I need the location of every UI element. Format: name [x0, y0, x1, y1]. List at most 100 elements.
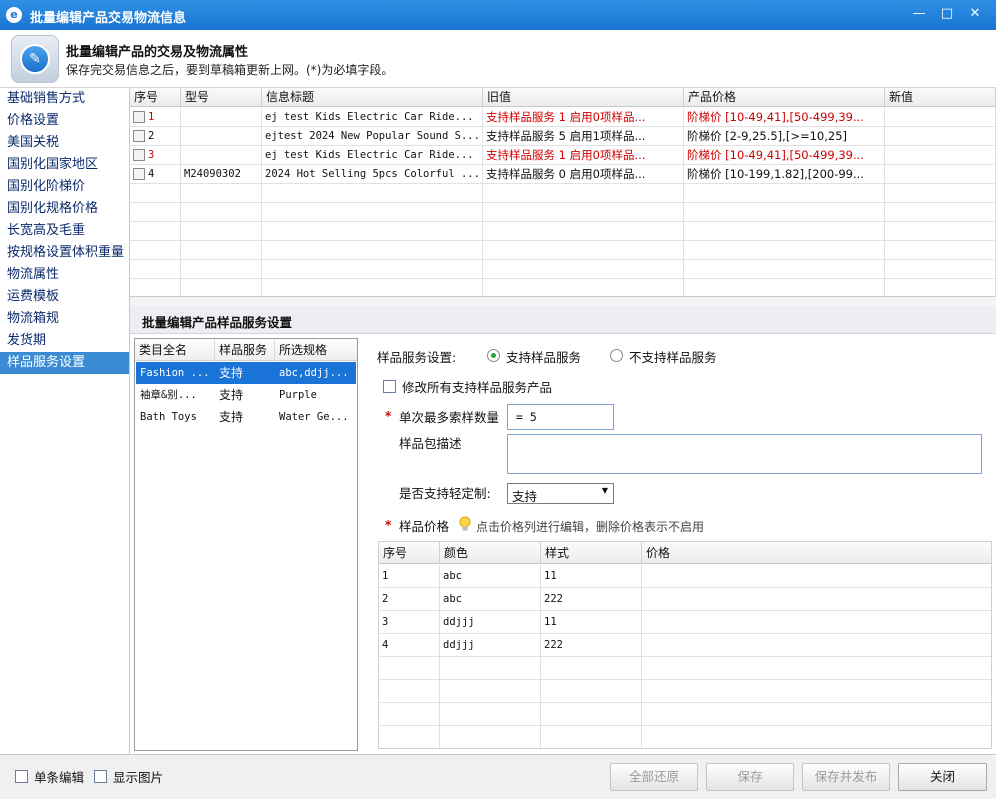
- radio-support-label[interactable]: 支持样品服务: [506, 347, 581, 366]
- close-window-button[interactable]: ✕: [964, 4, 986, 24]
- radio-not-support-sample[interactable]: [610, 349, 623, 362]
- cell-price-edit[interactable]: [642, 634, 991, 657]
- radio-not-support-label[interactable]: 不支持样品服务: [629, 347, 717, 366]
- sidebar-item-country-tier-price[interactable]: 国别化阶梯价: [0, 176, 129, 198]
- modify-all-checkbox[interactable]: [383, 380, 396, 393]
- col-header-title[interactable]: 信息标题: [262, 88, 483, 107]
- row-checkbox[interactable]: [133, 149, 145, 161]
- cat-col-service[interactable]: 样品服务: [215, 339, 275, 361]
- customize-select[interactable]: 支持 ▼: [507, 483, 614, 504]
- col-header-old-value[interactable]: 旧值: [483, 88, 684, 107]
- cell-title: ej test Kids Electric Car Ride...: [262, 108, 483, 127]
- sidebar-item-price[interactable]: 价格设置: [0, 110, 129, 132]
- cell-price: 阶梯价 [2-9,25.5],[>=10,25]: [684, 127, 885, 146]
- chevron-down-icon: ▼: [601, 486, 608, 495]
- cell-style: 222: [541, 634, 642, 657]
- header-subtitle: 保存完交易信息之后，要到草稿箱更新上网。(*)为必填字段。: [66, 63, 394, 77]
- col-header-new-value[interactable]: 新值: [885, 88, 996, 107]
- sidebar-item-dimensions-weight[interactable]: 长宽高及毛重: [0, 220, 129, 242]
- sidebar: 基础销售方式 价格设置 美国关税 国别化国家地区 国别化阶梯价 国别化规格价格 …: [0, 88, 130, 754]
- product-grid: 序号 型号 信息标题 旧值 产品价格 新值 1 ej test Kids Ele…: [130, 88, 996, 297]
- show-image-checkbox[interactable]: [94, 770, 107, 783]
- price-col-price[interactable]: 价格: [642, 542, 991, 564]
- row-checkbox[interactable]: [133, 111, 145, 123]
- sidebar-item-spec-volume-weight[interactable]: 按规格设置体积重量: [0, 242, 129, 264]
- cell-model: M24090302: [181, 165, 262, 184]
- list-item[interactable]: Fashion ... 支持 abc,ddjj...: [136, 362, 356, 384]
- modify-all-label[interactable]: 修改所有支持样品服务产品: [402, 377, 552, 396]
- max-qty-input[interactable]: = 5: [507, 404, 614, 430]
- maximize-button[interactable]: □: [936, 4, 958, 24]
- table-row: 1: [379, 565, 440, 588]
- sidebar-item-shipping-template[interactable]: 运费模板: [0, 286, 129, 308]
- cat-col-name[interactable]: 类目全名: [135, 339, 215, 361]
- cell-new-value[interactable]: [885, 165, 996, 184]
- radio-support-sample[interactable]: [487, 349, 500, 362]
- sidebar-item-country-region[interactable]: 国别化国家地区: [0, 154, 129, 176]
- cell-title: ejtest 2024 New Popular Sound S...: [262, 127, 483, 146]
- table-row: 4: [379, 634, 440, 657]
- price-col-no[interactable]: 序号: [379, 542, 440, 564]
- show-image-label[interactable]: 显示图片: [113, 767, 163, 786]
- price-col-color[interactable]: 颜色: [440, 542, 541, 564]
- cell-price: 阶梯价 [10-49,41],[50-499,39...: [684, 146, 885, 165]
- required-mark: *: [385, 518, 392, 532]
- row-checkbox[interactable]: [133, 168, 145, 180]
- cat-spec: Purple: [279, 389, 317, 401]
- sidebar-item-carton-spec[interactable]: 物流箱规: [0, 308, 129, 330]
- package-desc-textarea[interactable]: [507, 434, 982, 474]
- save-button[interactable]: 保存: [706, 763, 794, 791]
- cell-new-value[interactable]: [885, 108, 996, 127]
- table-row[interactable]: 3: [130, 146, 181, 165]
- cat-spec: abc,ddjj...: [279, 367, 349, 379]
- cell-price-edit[interactable]: [642, 565, 991, 588]
- price-tip: 点击价格列进行编辑，删除价格表示不启用: [476, 520, 705, 534]
- cell-price-edit[interactable]: [642, 588, 991, 611]
- cell-price-edit[interactable]: [642, 611, 991, 634]
- sidebar-item-country-spec-price[interactable]: 国别化规格价格: [0, 198, 129, 220]
- customize-label: 是否支持轻定制:: [399, 486, 491, 501]
- cell-model: [181, 108, 262, 127]
- col-header-no[interactable]: 序号: [130, 88, 181, 107]
- sidebar-item-sample-service[interactable]: 样品服务设置: [0, 352, 129, 374]
- cell-style: 11: [541, 611, 642, 634]
- restore-all-button[interactable]: 全部还原: [610, 763, 698, 791]
- save-publish-button[interactable]: 保存并发布: [802, 763, 890, 791]
- cell-old-value: 支持样品服务 5 启用1项样品...: [483, 127, 684, 146]
- sidebar-item-delivery-time[interactable]: 发货期: [0, 330, 129, 352]
- section-title: 批量编辑产品样品服务设置: [142, 315, 293, 330]
- table-row[interactable]: 1: [130, 108, 181, 127]
- sidebar-item-us-tariff[interactable]: 美国关税: [0, 132, 129, 154]
- list-item[interactable]: 袖章&别... 支持 Purple: [136, 384, 356, 406]
- cat-name: Bath Toys: [140, 411, 197, 423]
- minimize-button[interactable]: —: [908, 4, 930, 24]
- single-edit-label[interactable]: 单条编辑: [34, 767, 84, 786]
- table-row[interactable]: 2: [130, 127, 181, 146]
- list-item[interactable]: Bath Toys 支持 Water Ge...: [136, 406, 356, 428]
- cell-model: [181, 146, 262, 165]
- col-header-price[interactable]: 产品价格: [684, 88, 885, 107]
- required-mark: *: [385, 409, 392, 423]
- cell-new-value[interactable]: [885, 127, 996, 146]
- splitter[interactable]: [130, 297, 996, 306]
- row-checkbox[interactable]: [133, 130, 145, 142]
- col-header-model[interactable]: 型号: [181, 88, 262, 107]
- cell-title: ej test Kids Electric Car Ride...: [262, 146, 483, 165]
- sample-price-label: 样品价格: [399, 519, 450, 534]
- cell-color: abc: [440, 588, 541, 611]
- cell-new-value[interactable]: [885, 146, 996, 165]
- max-qty-label: 单次最多索样数量: [399, 410, 500, 425]
- price-col-style[interactable]: 样式: [541, 542, 642, 564]
- service-setting-label: 样品服务设置:: [377, 350, 457, 365]
- close-button[interactable]: 关闭: [898, 763, 987, 791]
- title-bar: e 批量编辑产品交易物流信息 — □ ✕: [0, 0, 996, 30]
- cat-col-spec[interactable]: 所选规格: [275, 339, 357, 361]
- table-row: 2: [379, 588, 440, 611]
- cell-style: 222: [541, 588, 642, 611]
- sidebar-item-basic-sales[interactable]: 基础销售方式: [0, 88, 129, 110]
- sidebar-item-logistics-attrs[interactable]: 物流属性: [0, 264, 129, 286]
- single-edit-checkbox[interactable]: [15, 770, 28, 783]
- window-title: 批量编辑产品交易物流信息: [30, 11, 187, 26]
- table-row[interactable]: 4: [130, 165, 181, 184]
- cell-model: [181, 127, 262, 146]
